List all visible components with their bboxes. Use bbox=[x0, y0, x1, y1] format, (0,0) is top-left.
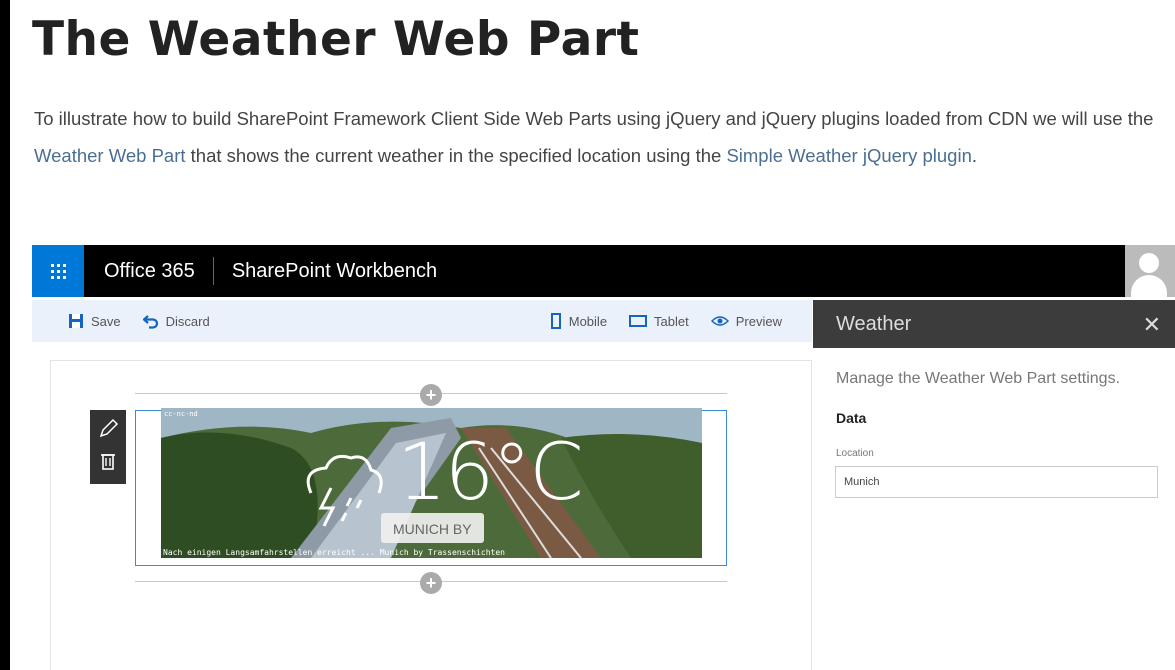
pane-description: Manage the Weather Web Part settings. bbox=[836, 370, 1121, 387]
location-field[interactable]: Munich bbox=[835, 466, 1158, 498]
plus-icon: + bbox=[425, 385, 437, 405]
paragraph-text: that shows the current weather in the sp… bbox=[185, 145, 727, 166]
preview-button[interactable]: Preview bbox=[710, 313, 782, 329]
article-page: The Weather Web Part To illustrate how t… bbox=[10, 0, 1175, 670]
weather-webpart[interactable]: cc-nc-nd 16°C MUNICH BY Nach einigen Lan… bbox=[135, 408, 727, 566]
add-webpart-button[interactable]: + bbox=[420, 572, 442, 594]
save-button[interactable]: Save bbox=[68, 313, 121, 329]
avatar[interactable] bbox=[1125, 245, 1175, 297]
mobile-icon bbox=[550, 313, 561, 329]
mobile-button[interactable]: Mobile bbox=[550, 313, 607, 329]
app-launcher-button[interactable] bbox=[32, 245, 84, 297]
person-icon bbox=[1139, 253, 1159, 273]
close-icon[interactable]: ✕ bbox=[1143, 312, 1161, 338]
discard-button[interactable]: Discard bbox=[142, 313, 210, 329]
simple-weather-plugin-link[interactable]: Simple Weather jQuery plugin bbox=[726, 145, 971, 166]
suite-brand[interactable]: Office 365 bbox=[104, 260, 195, 283]
save-icon bbox=[69, 314, 83, 328]
pane-header: Weather ✕ bbox=[813, 300, 1175, 348]
image-caption: Nach einigen Langsamfahrstellen erreicht… bbox=[163, 548, 505, 557]
save-label: Save bbox=[91, 313, 121, 329]
paragraph-text: . bbox=[971, 145, 977, 166]
article-paragraph: To illustrate how to build SharePoint Fr… bbox=[34, 100, 1174, 174]
add-webpart-button[interactable]: + bbox=[420, 384, 442, 406]
eye-icon bbox=[710, 316, 729, 326]
webpart-toolbox bbox=[90, 410, 126, 484]
weather-web-part-link[interactable]: Weather Web Part bbox=[34, 145, 186, 166]
tablet-button[interactable]: Tablet bbox=[629, 314, 689, 329]
mobile-label: Mobile bbox=[568, 313, 608, 329]
weather-background-image: cc-nc-nd 16°C MUNICH BY Nach einigen Lan… bbox=[161, 408, 702, 558]
tablet-label: Tablet bbox=[654, 313, 689, 329]
trash-icon[interactable] bbox=[90, 447, 126, 484]
location-field-label: Location bbox=[836, 448, 874, 459]
plus-icon: + bbox=[425, 573, 437, 593]
property-pane: Weather ✕ Manage the Weather Web Part se… bbox=[813, 300, 1175, 670]
waffle-icon bbox=[50, 263, 66, 279]
tablet-icon bbox=[629, 315, 648, 327]
paragraph-text: To illustrate how to build SharePoint Fr… bbox=[34, 108, 1154, 129]
suite-bar: Office 365 SharePoint Workbench bbox=[32, 245, 1175, 297]
image-license: cc-nc-nd bbox=[164, 410, 198, 418]
sharepoint-workbench-screenshot: Office 365 SharePoint Workbench Save Dis… bbox=[32, 245, 1175, 670]
command-bar: Save Discard Mobile Tablet Preview bbox=[32, 300, 812, 342]
undo-icon bbox=[142, 315, 158, 329]
suite-app-title[interactable]: SharePoint Workbench bbox=[232, 260, 437, 283]
location-badge: MUNICH BY bbox=[381, 513, 484, 543]
suite-divider bbox=[212, 257, 214, 285]
pane-group-heading: Data bbox=[836, 410, 867, 426]
discard-label: Discard bbox=[165, 313, 210, 329]
preview-label: Preview bbox=[735, 313, 782, 329]
temperature-display: 16°C bbox=[397, 428, 584, 518]
pane-title: Weather bbox=[836, 312, 912, 335]
pencil-icon[interactable] bbox=[90, 410, 126, 447]
article-title: The Weather Web Part bbox=[32, 12, 640, 67]
